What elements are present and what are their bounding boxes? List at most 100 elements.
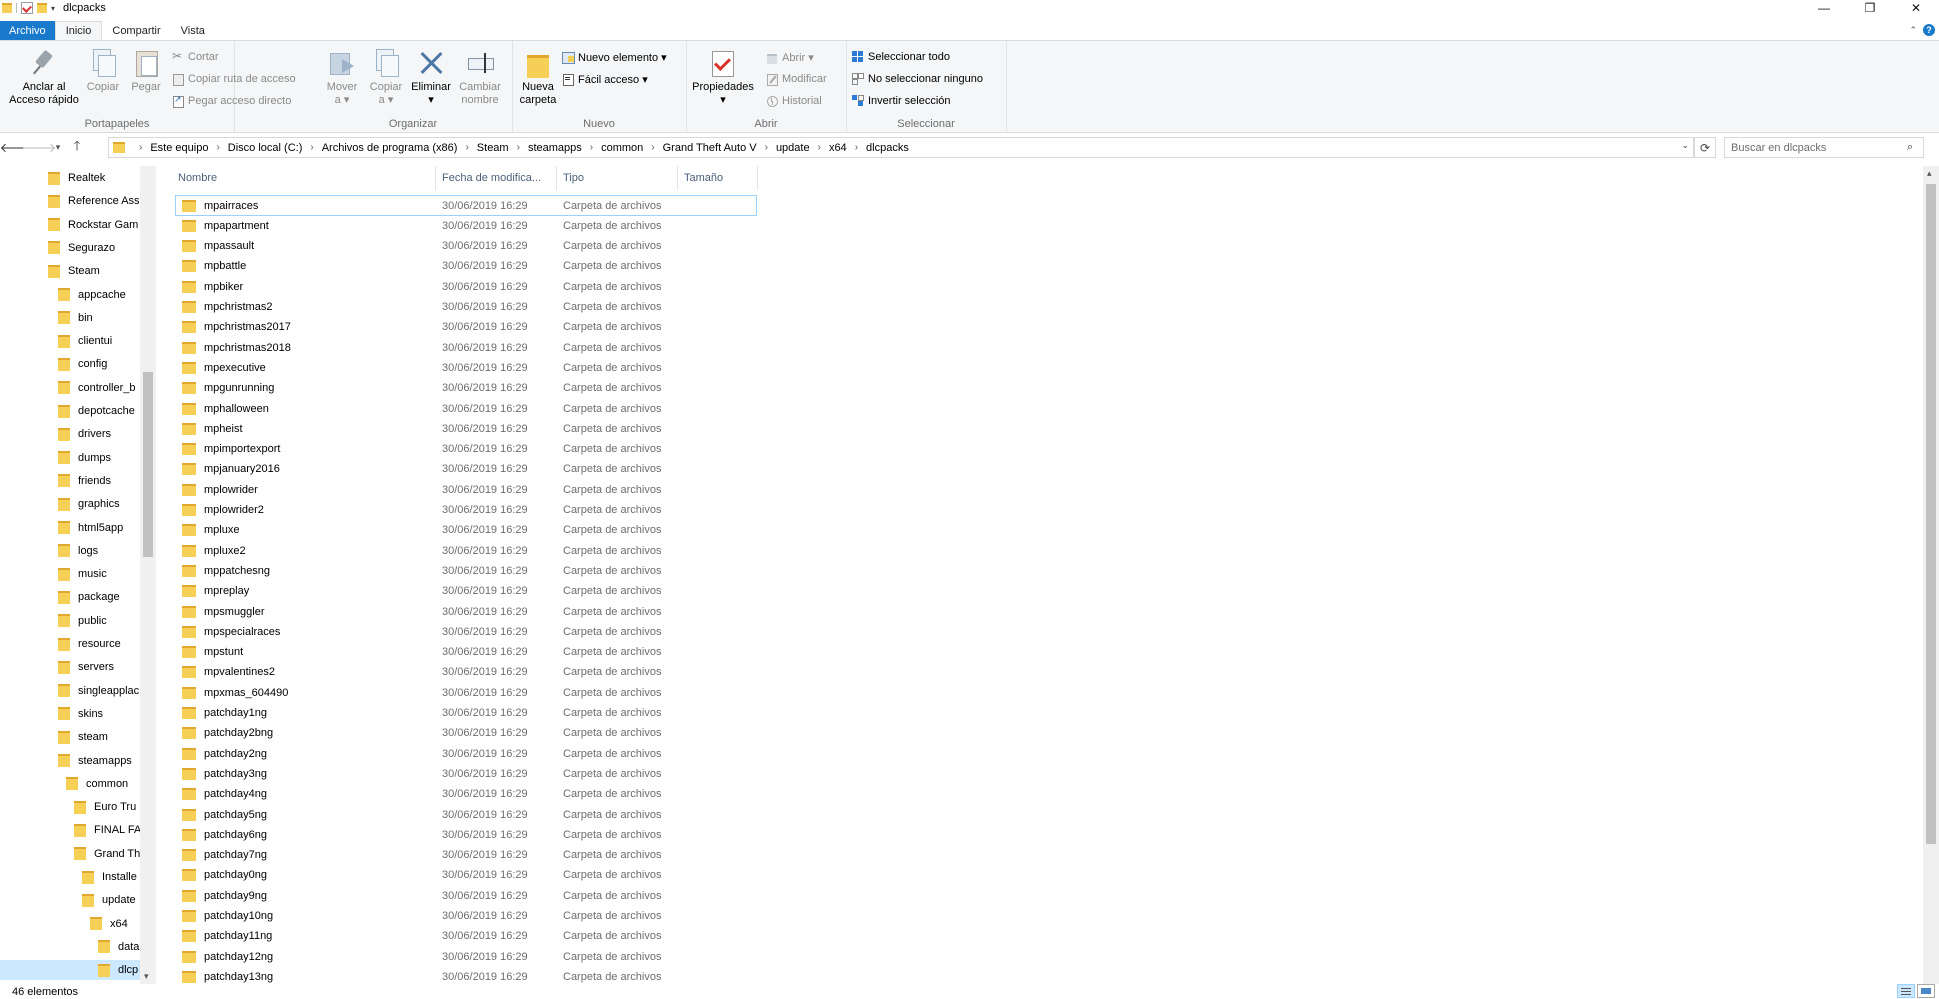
breadcrumb-este-equipo[interactable]: Este equipo › bbox=[150, 142, 227, 154]
nav-tree-item[interactable]: logs bbox=[58, 541, 98, 561]
tab-archivo[interactable]: Archivo bbox=[0, 21, 55, 40]
file-row[interactable]: mpchristmas2 30/06/2019 16:29 Carpeta de a… bbox=[176, 298, 756, 317]
collapse-ribbon-icon[interactable]: ⌃ bbox=[1909, 25, 1917, 36]
file-row[interactable]: patchday11ng 30/06/2019 16:29 Carpeta de a… bbox=[176, 927, 756, 946]
file-row[interactable]: patchday12ng 30/06/2019 16:29 Carpeta de a… bbox=[176, 947, 756, 966]
cut-button[interactable]: Cortar bbox=[172, 49, 219, 65]
nav-tree-item[interactable]: x64 bbox=[90, 914, 128, 934]
chevron-right-icon[interactable]: › bbox=[310, 142, 313, 153]
address-dropdown-icon[interactable]: ⌄ bbox=[1681, 140, 1689, 151]
close-button[interactable]: ✕ bbox=[1893, 0, 1939, 16]
details-view-button[interactable] bbox=[1897, 984, 1915, 998]
column-date[interactable]: Fecha de modifica... bbox=[436, 166, 557, 190]
nav-tree-item[interactable]: bin bbox=[58, 308, 93, 328]
nav-tree-item[interactable]: Steam bbox=[48, 261, 100, 281]
file-row[interactable]: mpgunrunning 30/06/2019 16:29 Carpeta de a… bbox=[176, 379, 756, 398]
scroll-down-icon[interactable]: ▾ bbox=[144, 971, 149, 982]
file-row[interactable]: mpluxe 30/06/2019 16:29 Carpeta de archivo… bbox=[176, 521, 756, 540]
file-row[interactable]: mpstunt 30/06/2019 16:29 Carpeta de archiv… bbox=[176, 643, 756, 662]
tab-vista[interactable]: Vista bbox=[171, 21, 215, 40]
nav-tree-item[interactable]: music bbox=[58, 564, 107, 584]
nav-tree-item[interactable]: Rockstar Gam bbox=[48, 215, 138, 235]
file-row[interactable]: mpexecutive 30/06/2019 16:29 Carpeta de ar… bbox=[176, 358, 756, 377]
select-none-button[interactable]: No seleccionar ninguno bbox=[852, 71, 983, 87]
chevron-right-icon[interactable]: › bbox=[517, 142, 520, 153]
pin-quick-access-button[interactable]: Anclar al Acceso rápido bbox=[4, 49, 84, 107]
copy-button[interactable]: Copiar bbox=[82, 49, 124, 94]
file-row[interactable]: mpluxe2 30/06/2019 16:29 Carpeta de archiv… bbox=[176, 541, 756, 560]
breadcrumb-steam[interactable]: Steam › bbox=[477, 142, 528, 154]
nav-tree-item[interactable]: update bbox=[82, 890, 136, 910]
large-icons-view-button[interactable] bbox=[1917, 984, 1935, 998]
file-row[interactable]: patchday9ng 30/06/2019 16:29 Carpeta de ar… bbox=[176, 886, 756, 905]
file-row[interactable]: mpxmas_604490 30/06/2019 16:29 Carpeta de … bbox=[176, 683, 756, 702]
file-row[interactable]: patchday0ng 30/06/2019 16:29 Carpeta de ar… bbox=[176, 866, 756, 885]
help-icon[interactable]: ? bbox=[1923, 24, 1935, 36]
breadcrumb-gta-v[interactable]: Grand Theft Auto V › bbox=[663, 142, 776, 154]
nav-tree-item[interactable]: drivers bbox=[58, 424, 111, 444]
nav-tree-item[interactable]: Installe bbox=[82, 867, 137, 887]
nav-tree-item[interactable]: Segurazo bbox=[48, 238, 115, 258]
edit-button[interactable]: Modificar bbox=[766, 71, 827, 87]
file-row[interactable]: patchday1ng 30/06/2019 16:29 Carpeta de ar… bbox=[176, 704, 756, 723]
breadcrumb-x64[interactable]: x64 › bbox=[829, 142, 866, 154]
chevron-right-icon[interactable]: › bbox=[590, 142, 593, 153]
customize-toolbar-icon[interactable]: ▾ bbox=[51, 4, 55, 13]
search-icon[interactable]: ⌕ bbox=[1907, 141, 1923, 154]
select-all-button[interactable]: Seleccionar todo bbox=[852, 49, 950, 65]
file-row[interactable]: patchday6ng 30/06/2019 16:29 Carpeta de ar… bbox=[176, 825, 756, 844]
file-row[interactable]: mpimportexport 30/06/2019 16:29 Carpeta de… bbox=[176, 440, 756, 459]
scrollbar-thumb[interactable] bbox=[143, 372, 153, 557]
nav-tree-item[interactable]: controller_b bbox=[58, 378, 135, 398]
file-row[interactable]: mpbattle 30/06/2019 16:29 Carpeta de archi… bbox=[176, 257, 756, 276]
chevron-right-icon[interactable]: › bbox=[855, 142, 858, 153]
chevron-right-icon[interactable]: › bbox=[216, 142, 219, 153]
up-button[interactable]: 🡑 bbox=[66, 137, 88, 158]
move-to-button[interactable]: Mover a ▾ bbox=[320, 49, 364, 107]
nav-tree-item[interactable]: graphics bbox=[58, 494, 120, 514]
file-row[interactable]: mpvalentines2 30/06/2019 16:29 Carpeta de … bbox=[176, 663, 756, 682]
refresh-button[interactable]: ⟳ bbox=[1694, 137, 1716, 158]
file-row[interactable]: patchday5ng 30/06/2019 16:29 Carpeta de ar… bbox=[176, 805, 756, 824]
file-row[interactable]: mpspecialraces 30/06/2019 16:29 Carpeta de… bbox=[176, 622, 756, 641]
nav-tree-item[interactable]: html5app bbox=[58, 518, 123, 538]
file-row[interactable]: patchday2bng 30/06/2019 16:29 Carpeta de a… bbox=[176, 724, 756, 743]
properties-icon[interactable] bbox=[21, 2, 33, 14]
scroll-up-icon[interactable]: ▴ bbox=[1927, 168, 1932, 179]
file-row[interactable]: mppatchesng 30/06/2019 16:29 Carpeta de ar… bbox=[176, 561, 756, 580]
search-input[interactable] bbox=[1725, 140, 1907, 155]
chevron-right-icon[interactable]: › bbox=[651, 142, 654, 153]
nav-tree-item[interactable]: config bbox=[58, 354, 107, 374]
chevron-right-icon[interactable]: › bbox=[139, 142, 142, 153]
file-row[interactable]: mpheist 30/06/2019 16:29 Carpeta de archiv… bbox=[176, 419, 756, 438]
tab-compartir[interactable]: Compartir bbox=[102, 21, 170, 40]
file-row[interactable]: patchday13ng 30/06/2019 16:29 Carpeta de a… bbox=[176, 967, 756, 984]
copy-to-button[interactable]: Copiar a ▾ bbox=[364, 49, 408, 107]
nav-tree-item[interactable]: dlcp bbox=[0, 960, 140, 981]
chevron-right-icon[interactable]: › bbox=[765, 142, 768, 153]
file-row[interactable]: mpairraces 30/06/2019 16:29 Carpeta de arc… bbox=[175, 195, 757, 216]
file-row[interactable]: patchday4ng 30/06/2019 16:29 Carpeta de ar… bbox=[176, 785, 756, 804]
file-row[interactable]: mplowrider2 30/06/2019 16:29 Carpeta de ar… bbox=[176, 501, 756, 520]
nav-tree-item[interactable]: Reference Ass bbox=[48, 191, 140, 211]
nav-tree-item[interactable]: resource bbox=[58, 634, 121, 654]
file-row[interactable]: mpreplay 30/06/2019 16:29 Carpeta de archi… bbox=[176, 582, 756, 601]
scrollbar-thumb[interactable] bbox=[1926, 184, 1936, 844]
column-size[interactable]: Tamaño bbox=[678, 166, 758, 190]
breadcrumb-archivos-programa[interactable]: Archivos de programa (x86) › bbox=[322, 142, 477, 154]
nav-tree-item[interactable]: Grand Th bbox=[74, 844, 140, 864]
search-box[interactable]: ⌕ bbox=[1724, 137, 1924, 158]
breadcrumb-common[interactable]: common › bbox=[601, 142, 663, 154]
nav-tree-item[interactable]: data bbox=[98, 937, 139, 957]
new-folder-button[interactable]: Nueva carpeta bbox=[514, 49, 562, 107]
file-row[interactable]: mpsmuggler 30/06/2019 16:29 Carpeta de arc… bbox=[176, 602, 756, 621]
paste-button[interactable]: Pegar bbox=[126, 49, 166, 94]
chevron-right-icon[interactable]: › bbox=[818, 142, 821, 153]
nav-tree-item[interactable]: FINAL FA bbox=[74, 820, 141, 840]
file-row[interactable]: mpbiker 30/06/2019 16:29 Carpeta de archiv… bbox=[176, 277, 756, 296]
column-type[interactable]: Tipo bbox=[557, 166, 678, 190]
column-name[interactable]: Nombre ^ bbox=[172, 166, 436, 190]
new-item-button[interactable]: Nuevo elemento ▾ bbox=[562, 49, 667, 65]
nav-tree-item[interactable]: singleapplac bbox=[58, 681, 139, 701]
file-row[interactable]: mpapartment 30/06/2019 16:29 Carpeta de ar… bbox=[176, 216, 756, 235]
